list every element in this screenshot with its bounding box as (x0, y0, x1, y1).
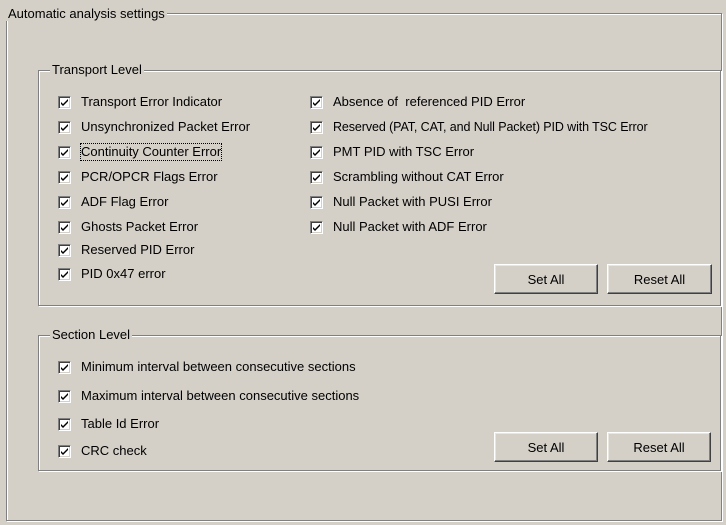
checkbox-checked-icon (58, 389, 71, 403)
checkbox-label: Null Packet with PUSI Error (333, 194, 492, 209)
checkbox-checked-icon (58, 95, 71, 109)
checkbox-unsynchronized-packet-error[interactable]: Unsynchronized Packet Error (58, 119, 250, 135)
checkbox-label: Unsynchronized Packet Error (81, 119, 251, 134)
checkbox-checked-icon (58, 417, 71, 431)
checkbox-transport-error-indicator[interactable]: Transport Error Indicator (58, 94, 222, 110)
checkbox-null-packet-with-pusi-error[interactable]: Null Packet with PUSI Error (310, 194, 492, 210)
transport-level-title: Transport Level (50, 62, 144, 77)
checkbox-reserved-pid-error[interactable]: Reserved PID Error (58, 242, 194, 258)
checkbox-continuity-counter-error[interactable]: Continuity Counter Error (58, 143, 223, 161)
checkbox-adf-flag-error[interactable]: ADF Flag Error (58, 194, 168, 210)
checkbox-label: Table Id Error (81, 416, 160, 431)
checkbox-label: Minimum interval between consecutive sec… (81, 359, 356, 374)
checkbox-table-id-error[interactable]: Table Id Error (58, 416, 159, 432)
checkbox-reserved-pid-with-tsc-error[interactable]: Reserved (PAT, CAT, and Null Packet) PID… (310, 119, 648, 135)
automatic-analysis-title: Automatic analysis settings (6, 6, 167, 21)
checkbox-checked-icon (58, 267, 71, 281)
checkbox-label: PCR/OPCR Flags Error (81, 169, 218, 184)
checkbox-label: Null Packet with ADF Error (333, 219, 487, 234)
checkbox-minimum-interval[interactable]: Minimum interval between consecutive sec… (58, 359, 356, 375)
checkbox-label: Ghosts Packet Error (81, 219, 199, 234)
checkbox-label: PID 0x47 error (81, 266, 166, 281)
checkbox-checked-icon (310, 95, 323, 109)
checkbox-checked-icon (58, 243, 71, 257)
checkbox-label: Continuity Counter Error (79, 143, 223, 161)
checkbox-checked-icon (58, 145, 71, 159)
section-reset-all-button[interactable]: Reset All (607, 432, 711, 462)
checkbox-label: Transport Error Indicator (81, 94, 223, 109)
checkbox-ghosts-packet-error[interactable]: Ghosts Packet Error (58, 219, 198, 235)
checkbox-checked-icon (310, 120, 323, 134)
checkbox-checked-icon (58, 170, 71, 184)
checkbox-checked-icon (310, 195, 323, 209)
checkbox-label: Reserved PID Error (81, 242, 195, 257)
checkbox-absence-of-referenced-pid-error[interactable]: Absence of referenced PID Error (310, 94, 525, 110)
checkbox-pcr-opcr-flags-error[interactable]: PCR/OPCR Flags Error (58, 169, 218, 185)
checkbox-checked-icon (58, 444, 71, 458)
checkbox-label: PMT PID with TSC Error (333, 144, 475, 159)
checkbox-label: Absence of referenced PID Error (333, 94, 526, 109)
checkbox-label: CRC check (81, 443, 147, 458)
checkbox-label: Reserved (PAT, CAT, and Null Packet) PID… (333, 120, 648, 134)
checkbox-pid-0x47-error[interactable]: PID 0x47 error (58, 266, 166, 282)
settings-panel: Automatic analysis settings Transport Le… (0, 0, 726, 525)
checkbox-checked-icon (310, 170, 323, 184)
checkbox-crc-check[interactable]: CRC check (58, 443, 147, 459)
checkbox-label: ADF Flag Error (81, 194, 169, 209)
transport-set-all-button[interactable]: Set All (494, 264, 598, 294)
checkbox-checked-icon (58, 120, 71, 134)
section-level-title: Section Level (50, 327, 133, 342)
checkbox-checked-icon (58, 195, 71, 209)
section-set-all-button[interactable]: Set All (494, 432, 598, 462)
checkbox-scrambling-without-cat-error[interactable]: Scrambling without CAT Error (310, 169, 504, 185)
checkbox-label: Maximum interval between consecutive sec… (81, 388, 360, 403)
checkbox-null-packet-with-adf-error[interactable]: Null Packet with ADF Error (310, 219, 487, 235)
checkbox-checked-icon (310, 220, 323, 234)
checkbox-checked-icon (58, 220, 71, 234)
checkbox-checked-icon (58, 360, 71, 374)
checkbox-pmt-pid-with-tsc-error[interactable]: PMT PID with TSC Error (310, 144, 474, 160)
transport-reset-all-button[interactable]: Reset All (607, 264, 712, 294)
checkbox-checked-icon (310, 145, 323, 159)
checkbox-maximum-interval[interactable]: Maximum interval between consecutive sec… (58, 388, 359, 404)
checkbox-label: Scrambling without CAT Error (333, 169, 504, 184)
